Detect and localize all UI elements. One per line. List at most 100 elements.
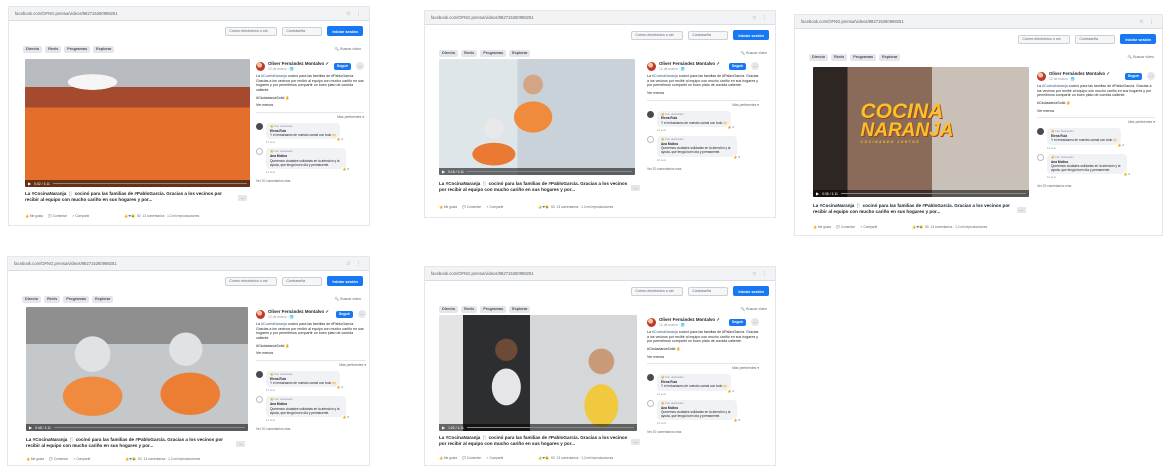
tab-programas[interactable]: Programas [64,45,91,53]
see-less-link[interactable]: Ver menos [647,355,759,360]
more-comments-link[interactable]: Ver 20 comentarios más [256,179,364,183]
browser-url-bar[interactable]: facebook.com/OFNG.prensa/videos/98271526… [425,267,775,281]
commenter-avatar[interactable] [647,136,654,144]
comment-button[interactable]: 💬 Comentar [462,456,481,460]
play-icon[interactable]: ▶ [442,425,445,430]
browser-url-bar[interactable]: facebook.com/OFNG.prensa/videos/98271526… [425,11,775,25]
bookmark-star-icon[interactable]: ☆ ⋮ [1139,19,1156,25]
commenter-avatar[interactable] [647,374,654,382]
hashtag-line[interactable]: #CiudadaníaSolid 🤞 [256,344,366,349]
browser-url-bar[interactable]: facebook.com/OFNG.prensa/videos/98271526… [795,15,1162,29]
more-options-icon[interactable]: ··· [358,310,366,318]
author-avatar[interactable] [647,61,656,71]
comment-button[interactable]: 💬 Comentar [462,205,481,209]
search-video-link[interactable]: 🔍 Buscar video [335,47,361,51]
commenter-avatar[interactable] [1037,153,1044,161]
more-options-icon[interactable]: ··· [751,318,759,326]
browser-url-bar[interactable]: facebook.com/OFNG.prensa/videos/98271526… [8,257,369,271]
video-controls[interactable]: ▶ 0:48 / 1:11 [26,424,248,431]
commenter-avatar[interactable] [647,399,654,407]
share-button[interactable]: ↗ Compartir [72,214,90,218]
tab-directo[interactable]: Directo [22,295,42,303]
follow-button[interactable]: Seguir [728,62,746,70]
caption-more-icon[interactable]: ··· [631,185,640,191]
bookmark-star-icon[interactable]: ☆ ⋮ [752,15,769,21]
share-button[interactable]: ↗ Compartir [486,456,504,460]
video-progress-track[interactable] [53,427,245,428]
search-video-link[interactable]: 🔍 Buscar video [741,307,767,311]
follow-button[interactable]: Seguir [333,62,351,70]
video-player[interactable]: ▶ 0:02 / 1:11 [25,59,250,187]
password-field[interactable]: Contraseña [282,276,323,286]
login-button[interactable]: Iniciar sesión [733,30,769,40]
comment-button[interactable]: 💬 Comentar [49,457,68,461]
play-icon[interactable]: ▶ [816,191,819,196]
email-field[interactable]: Correo electrónico o cel. [631,30,684,40]
password-field[interactable]: Contraseña [688,286,729,296]
comment-button[interactable]: 💬 Comentar [48,214,67,218]
hashtag-line[interactable]: #CiudadaníaSolid 🤞 [256,96,364,101]
share-button[interactable]: ↗ Compartir [73,457,91,461]
video-controls[interactable]: ▶ 0:18 / 1:11 [439,168,635,175]
author-avatar[interactable] [1037,71,1046,81]
video-controls[interactable]: ▶ 1:02 / 1:11 [439,424,637,431]
login-button[interactable]: Iniciar sesión [1120,34,1156,44]
password-field[interactable]: Contraseña [688,30,729,40]
bookmark-star-icon[interactable]: ☆ ⋮ [346,11,363,17]
more-options-icon[interactable]: ··· [1147,72,1155,80]
login-button[interactable]: Iniciar sesión [327,276,363,286]
tab-directo[interactable]: Directo [23,45,43,53]
video-progress-track[interactable] [52,183,247,184]
tab-reels[interactable]: Reels [831,53,848,61]
bookmark-star-icon[interactable]: ☆ ⋮ [752,271,769,277]
tab-explorar[interactable]: Explorar [92,295,114,303]
tab-reels[interactable]: Reels [44,295,61,303]
login-button[interactable]: Iniciar sesión [733,286,769,296]
sort-comments-dropdown[interactable]: Más pertinentes ▾ [647,363,759,370]
sort-comments-dropdown[interactable]: Más pertinentes ▾ [256,360,366,367]
follow-button[interactable]: Seguir [728,318,746,326]
see-less-link[interactable]: Ver menos [647,91,759,96]
video-controls[interactable]: ▶ 0:02 / 1:11 [25,180,250,187]
reaction-summary[interactable]: 👍❤😮 53 13 comentarios · 1,2 mil reproduc… [538,456,613,460]
play-icon[interactable]: ▶ [442,169,445,174]
tab-explorar[interactable]: Explorar [509,305,531,313]
author-avatar[interactable] [256,309,265,319]
sort-comments-dropdown[interactable]: Más pertinentes ▾ [647,99,759,107]
email-field[interactable]: Correo electrónico o cel. [225,276,278,286]
see-less-link[interactable]: Ver menos [256,351,366,356]
like-button[interactable]: 👍 Me gusta [439,205,457,209]
tab-reels[interactable]: Reels [461,305,478,313]
tab-programas[interactable]: Programas [480,49,507,57]
play-icon[interactable]: ▶ [29,425,32,430]
tab-reels[interactable]: Reels [45,45,62,53]
more-comments-link[interactable]: Ver 20 comentarios más [256,427,366,431]
commenter-avatar[interactable] [256,148,263,156]
see-less-link[interactable]: Ver menos [256,103,364,108]
video-player[interactable]: ▶ 0:48 / 1:11 [26,307,248,431]
like-button[interactable]: 👍 Me gusta [25,214,43,218]
video-player[interactable]: ▶ 1:02 / 1:11 [439,315,637,431]
see-less-link[interactable]: Ver menos [1037,109,1155,114]
commenter-avatar[interactable] [256,396,263,404]
commenter-avatar[interactable] [1037,128,1044,136]
email-field[interactable]: Correo electrónico o cel. [631,286,684,296]
video-progress-track[interactable] [466,171,632,172]
follow-button[interactable]: Seguir [1124,72,1142,80]
tab-programas[interactable]: Programas [850,53,877,61]
sort-comments-dropdown[interactable]: Más pertinentes ▾ [1037,117,1155,124]
tab-reels[interactable]: Reels [461,49,478,57]
tab-programas[interactable]: Programas [480,305,507,313]
more-comments-link[interactable]: Ver 20 comentarios más [647,430,759,434]
like-button[interactable]: 👍 Me gusta [813,225,831,229]
tab-explorar[interactable]: Explorar [879,53,901,61]
password-field[interactable]: Contraseña [282,26,323,36]
share-button[interactable]: ↗ Compartir [486,205,504,209]
follow-button[interactable]: Seguir [335,310,353,318]
video-progress-track[interactable] [466,427,634,428]
commenter-avatar[interactable] [256,123,263,131]
play-icon[interactable]: ▶ [28,181,31,186]
share-button[interactable]: ↗ Compartir [860,225,878,229]
more-options-icon[interactable]: ··· [356,62,364,70]
bookmark-star-icon[interactable]: ☆ ⋮ [346,261,363,267]
